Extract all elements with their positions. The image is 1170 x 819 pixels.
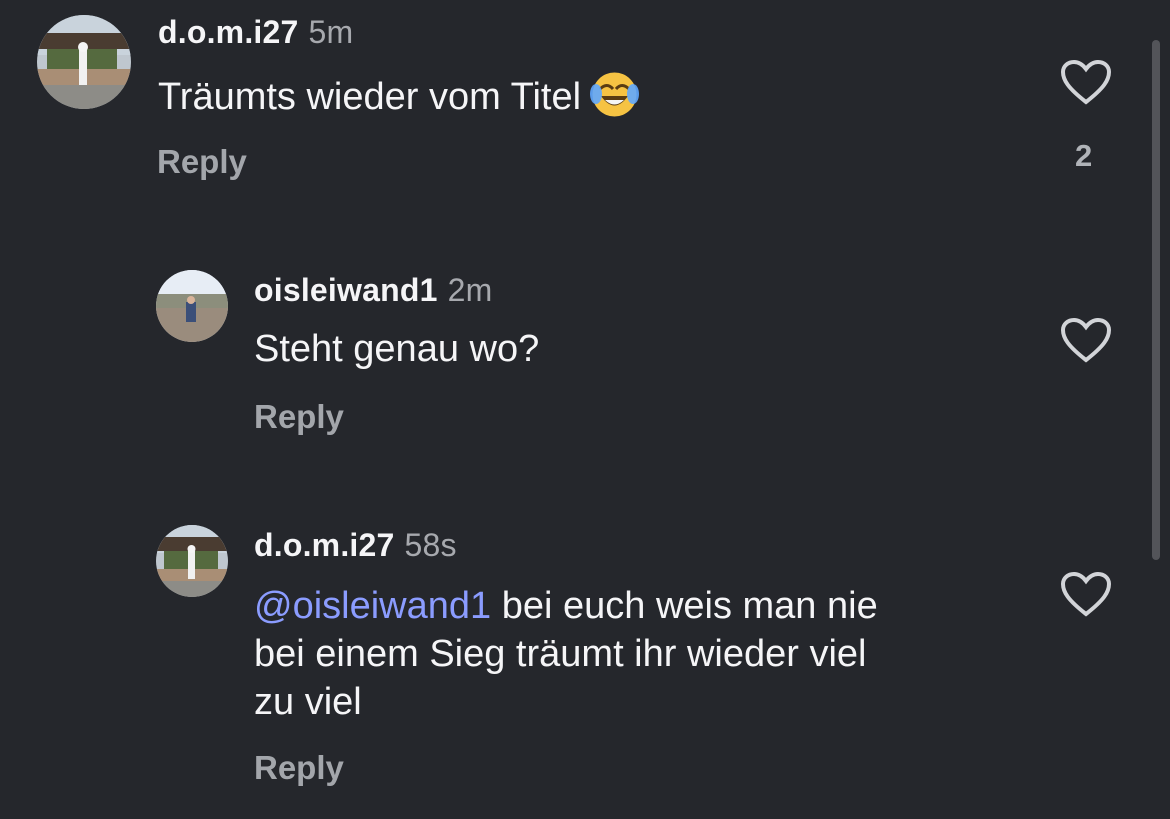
like-button[interactable] [1060, 59, 1112, 106]
comment-text: Steht genau wo? [254, 328, 540, 370]
comment-username[interactable]: d.o.m.i27 58s [254, 527, 457, 564]
avatar[interactable] [156, 270, 228, 342]
comment-body-line-1: bei euch weis man nie [491, 585, 878, 627]
comment-line-2: bei einem Sieg träumt ihr wieder viel [254, 633, 867, 675]
comment-username[interactable]: d.o.m.i27 5m [158, 14, 353, 51]
avatar[interactable] [37, 15, 131, 109]
mention-link[interactable]: @oisleiwand1 [254, 585, 491, 627]
comment-text: Träumts wieder vom Titel [158, 67, 642, 122]
scrollbar[interactable] [1152, 40, 1160, 560]
avatar[interactable] [156, 525, 228, 597]
heart-outline-icon [1060, 571, 1112, 617]
comment-line-3: zu viel [254, 681, 362, 723]
reply-button[interactable]: Reply [254, 749, 344, 787]
like-button[interactable] [1060, 317, 1112, 364]
comment-time: 2m [447, 272, 493, 308]
heart-outline-icon [1060, 317, 1112, 363]
comment-username[interactable]: oisleiwand1 2m [254, 272, 492, 309]
like-button[interactable] [1060, 571, 1112, 618]
comment-text: @oisleiwand1 bei euch weis man nie bei e… [254, 582, 878, 726]
username-text[interactable]: oisleiwand1 [254, 272, 438, 308]
reply-button[interactable]: Reply [157, 143, 247, 181]
comment-line-1: @oisleiwand1 bei euch weis man nie [254, 582, 878, 630]
comment-time: 5m [308, 14, 354, 50]
comment-time: 58s [404, 527, 457, 563]
username-text[interactable]: d.o.m.i27 [254, 527, 395, 563]
heart-outline-icon [1060, 59, 1112, 105]
reply-button[interactable]: Reply [254, 398, 344, 436]
laughing-crying-emoji-icon [587, 67, 642, 122]
comment-body: Träumts wieder vom Titel [158, 76, 582, 118]
username-text[interactable]: d.o.m.i27 [158, 14, 299, 50]
like-count: 2 [1075, 138, 1093, 173]
